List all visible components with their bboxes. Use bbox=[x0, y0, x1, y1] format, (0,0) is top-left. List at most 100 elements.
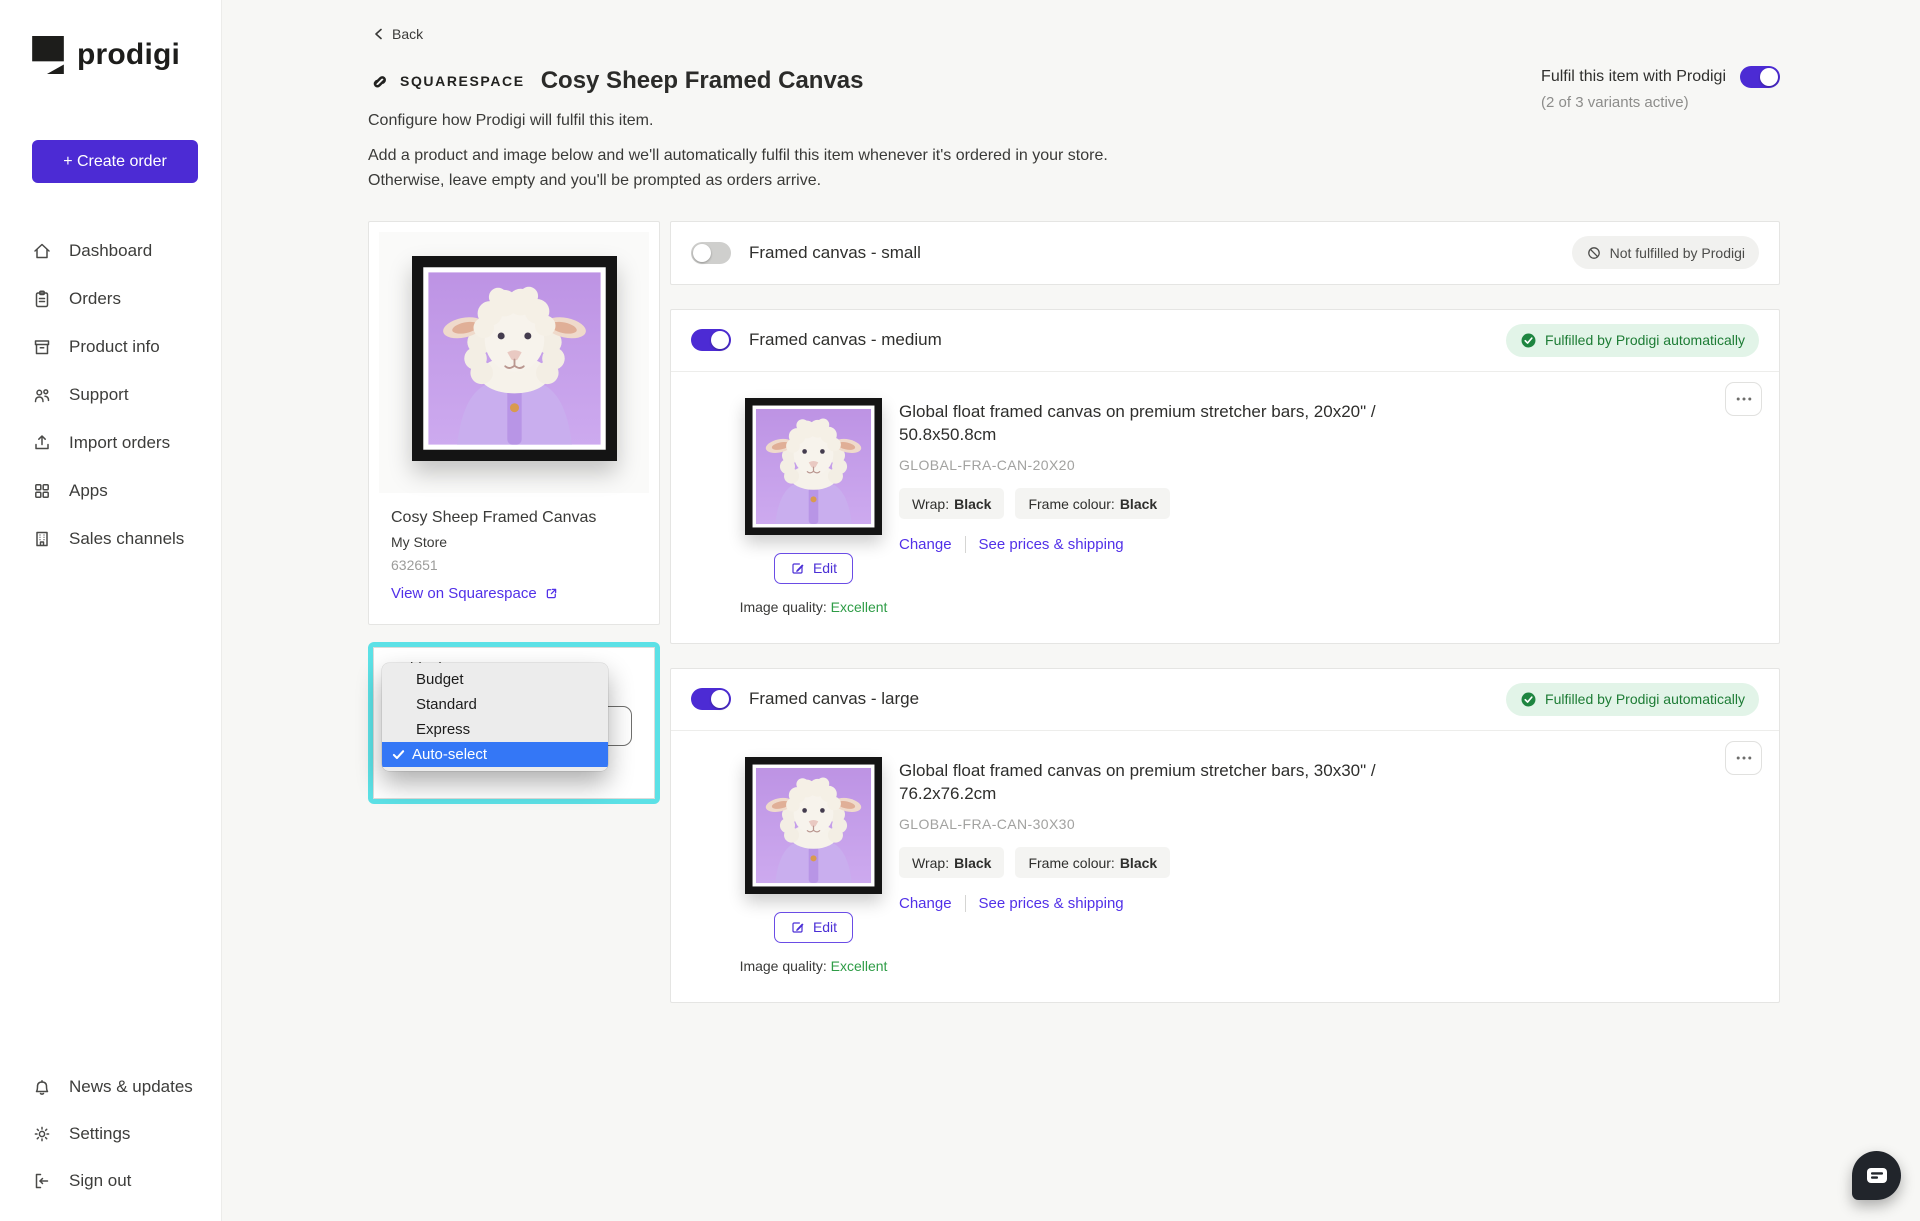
squarespace-icon bbox=[373, 75, 386, 87]
sidebar-item-news-updates[interactable]: News & updates bbox=[32, 1077, 221, 1097]
sidebar-item-label: Import orders bbox=[69, 433, 171, 452]
see-prices-shipping-link[interactable]: See prices & shipping bbox=[979, 536, 1124, 553]
variant-name: Framed canvas - large bbox=[749, 689, 920, 709]
sidebar-footer: News & updates Settings Sign out bbox=[32, 1077, 221, 1191]
dropdown-option-label: Auto-select bbox=[412, 745, 488, 763]
sidebar: prodigi + Create order Dashboard Orders … bbox=[0, 0, 222, 1221]
edit-button[interactable]: Edit bbox=[773, 552, 854, 584]
edit-icon bbox=[792, 921, 804, 933]
main-content: Back SQUARESPACE Cosy Sheep Framed Canva… bbox=[222, 0, 1920, 1221]
image-quality-value: Excellent bbox=[830, 957, 888, 974]
see-prices-shipping-link[interactable]: See prices & shipping bbox=[979, 895, 1124, 912]
sales-channels-icon bbox=[36, 531, 48, 547]
toggle-knob bbox=[711, 690, 729, 709]
sidebar-item-sign-out[interactable]: Sign out bbox=[32, 1171, 221, 1191]
image-quality-label: Image quality: bbox=[739, 598, 827, 615]
ellipsis-icon bbox=[1736, 756, 1751, 760]
sidebar-item-label: Orders bbox=[69, 289, 121, 308]
logo-wordmark: prodigi bbox=[77, 38, 181, 71]
sidebar-item-product-info[interactable]: Product info bbox=[32, 337, 221, 357]
variant-product-image bbox=[745, 757, 882, 894]
image-quality: Image quality: Excellent bbox=[740, 599, 888, 615]
sidebar-item-apps[interactable]: Apps bbox=[32, 481, 221, 501]
status-label: Fulfilled by Prodigi automatically bbox=[1545, 332, 1745, 349]
store-name: My Store bbox=[391, 533, 448, 550]
variant-menu-button[interactable] bbox=[1725, 740, 1762, 775]
image-quality: Image quality: Excellent bbox=[740, 958, 888, 974]
sidebar-item-support[interactable]: Support bbox=[32, 385, 221, 405]
toggle-knob bbox=[1760, 68, 1778, 86]
sign-out-icon bbox=[35, 1173, 49, 1189]
store-product-name: Cosy Sheep Framed Canvas bbox=[391, 508, 597, 526]
variant-large-toggle[interactable] bbox=[691, 688, 731, 711]
fulfil-item-toggle[interactable] bbox=[1740, 66, 1780, 88]
description-text: Add a product and image below and we'll … bbox=[368, 144, 1780, 194]
store-product-image-area bbox=[379, 231, 649, 493]
change-link[interactable]: Change bbox=[899, 895, 952, 912]
status-label: Not fulfilled by Prodigi bbox=[1609, 244, 1745, 261]
sidebar-item-orders[interactable]: Orders bbox=[32, 289, 221, 309]
variant-card-large: Framed canvas - large Fulfilled by Prodi… bbox=[670, 667, 1780, 1003]
not-fulfilled-badge: Not fulfilled by Prodigi bbox=[1571, 236, 1759, 270]
link-divider bbox=[964, 895, 966, 913]
chat-icon bbox=[1866, 1168, 1887, 1183]
fulfilled-badge: Fulfilled by Prodigi automatically bbox=[1506, 323, 1759, 357]
back-chevron-icon bbox=[375, 28, 382, 40]
description-line-1: Add a product and image below and we'll … bbox=[368, 147, 1108, 164]
dropdown-option-standard[interactable]: Standard bbox=[382, 692, 608, 717]
prodigi-logo[interactable]: prodigi bbox=[32, 36, 221, 74]
change-link[interactable]: Change bbox=[899, 536, 952, 553]
description-line-2: Otherwise, leave empty and you'll be pro… bbox=[368, 171, 822, 189]
variant-menu-button[interactable] bbox=[1725, 381, 1762, 416]
sidebar-item-label: Dashboard bbox=[69, 241, 153, 260]
store-product-card: Cosy Sheep Framed Canvas My Store 632651… bbox=[368, 220, 660, 625]
image-quality-label: Image quality: bbox=[739, 957, 827, 974]
frame-colour-attribute-badge: Frame colour: Black bbox=[1015, 488, 1171, 520]
prodigi-logo-icon bbox=[32, 36, 64, 74]
import-orders-icon bbox=[35, 435, 49, 450]
toggle-knob bbox=[693, 243, 711, 262]
sidebar-nav: Dashboard Orders Product info Support Im… bbox=[32, 241, 221, 549]
variant-small-toggle[interactable] bbox=[691, 241, 731, 264]
orders-icon bbox=[35, 290, 49, 308]
sidebar-item-settings[interactable]: Settings bbox=[32, 1124, 221, 1144]
variant-name: Framed canvas - medium bbox=[749, 330, 942, 350]
product-title: Global float framed canvas on premium st… bbox=[899, 401, 1376, 445]
home-icon bbox=[34, 243, 50, 259]
status-label: Fulfilled by Prodigi automatically bbox=[1545, 691, 1745, 708]
sidebar-item-label: News & updates bbox=[69, 1077, 193, 1096]
sidebar-item-import-orders[interactable]: Import orders bbox=[32, 433, 221, 453]
sidebar-item-label: Support bbox=[69, 385, 129, 404]
check-circle-icon bbox=[1521, 333, 1536, 348]
frame-colour-attribute-badge: Frame colour: Black bbox=[1015, 847, 1171, 879]
view-on-squarespace-link[interactable]: View on Squarespace bbox=[391, 585, 559, 602]
variants-column: Framed canvas - small Not fulfilled by P… bbox=[670, 220, 1780, 1003]
shipping-dropdown-menu: Budget Standard Express Auto-select bbox=[382, 662, 608, 771]
chat-button[interactable] bbox=[1852, 1151, 1901, 1200]
dropdown-option-express[interactable]: Express bbox=[382, 717, 608, 742]
page-title: Cosy Sheep Framed Canvas bbox=[540, 67, 864, 94]
checkmark-icon bbox=[392, 749, 405, 759]
edit-button[interactable]: Edit bbox=[773, 911, 854, 943]
left-column: Cosy Sheep Framed Canvas My Store 632651… bbox=[368, 220, 660, 804]
platform-wordmark: SQUARESPACE bbox=[400, 73, 525, 89]
sidebar-item-dashboard[interactable]: Dashboard bbox=[32, 241, 221, 261]
support-icon bbox=[34, 389, 50, 403]
create-order-button[interactable]: + Create order bbox=[32, 140, 198, 183]
variant-card-medium: Framed canvas - medium Fulfilled by Prod… bbox=[670, 308, 1780, 644]
product-info-icon bbox=[34, 340, 50, 355]
variant-medium-toggle[interactable] bbox=[691, 329, 731, 352]
configure-subtitle: Configure how Prodigi will fulfil this i… bbox=[368, 112, 654, 129]
dropdown-option-auto-select[interactable]: Auto-select bbox=[382, 741, 608, 767]
sidebar-item-label: Settings bbox=[69, 1124, 131, 1143]
dropdown-option-budget[interactable]: Budget bbox=[382, 667, 608, 692]
sidebar-item-label: Sales channels bbox=[69, 529, 185, 548]
back-link[interactable]: Back bbox=[374, 26, 423, 42]
apps-icon bbox=[35, 484, 49, 498]
store-product-image bbox=[412, 256, 617, 461]
fulfil-toggle-label: Fulfil this item with Prodigi bbox=[1541, 68, 1726, 85]
sidebar-item-label: Product info bbox=[69, 337, 160, 356]
sidebar-item-sales-channels[interactable]: Sales channels bbox=[32, 529, 221, 549]
store-product-id: 632651 bbox=[391, 556, 438, 573]
bell-icon bbox=[35, 1080, 49, 1095]
